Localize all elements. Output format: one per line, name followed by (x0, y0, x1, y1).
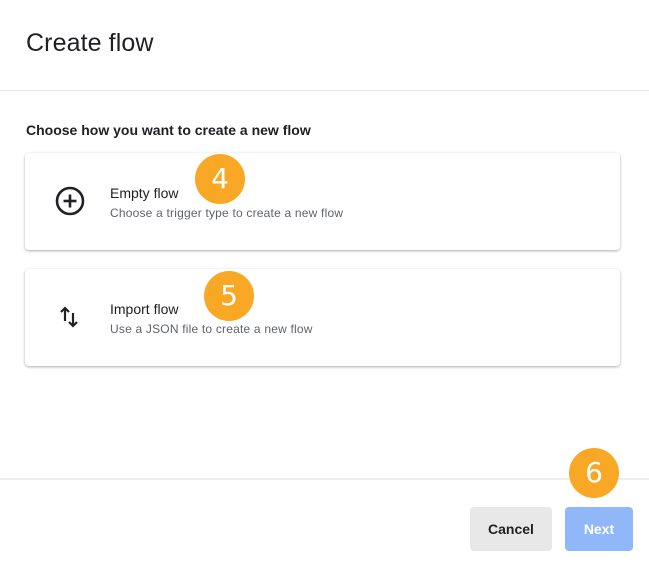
cancel-button[interactable]: Cancel (470, 507, 552, 551)
dialog-header: Create flow (0, 0, 649, 91)
option-card-import-flow[interactable]: Import flow Use a JSON file to create a … (25, 269, 620, 366)
option-description: Use a JSON file to create a new flow (110, 322, 313, 336)
step-badge-6: 6 (569, 448, 619, 498)
dialog-subtitle: Choose how you want to create a new flow (26, 122, 311, 138)
step-badge-4: 4 (195, 154, 245, 204)
footer-divider (0, 478, 649, 480)
create-flow-dialog: Create flow Choose how you want to creat… (0, 0, 649, 574)
step-badge-5: 5 (204, 271, 254, 321)
option-label: Import flow (110, 301, 179, 317)
swap-vertical-icon (54, 301, 86, 333)
option-label: Empty flow (110, 185, 179, 201)
plus-circle-icon (54, 185, 86, 217)
option-card-empty-flow[interactable]: Empty flow Choose a trigger type to crea… (25, 153, 620, 250)
next-button[interactable]: Next (565, 507, 633, 551)
option-description: Choose a trigger type to create a new fl… (110, 206, 344, 220)
dialog-title: Create flow (26, 29, 154, 57)
